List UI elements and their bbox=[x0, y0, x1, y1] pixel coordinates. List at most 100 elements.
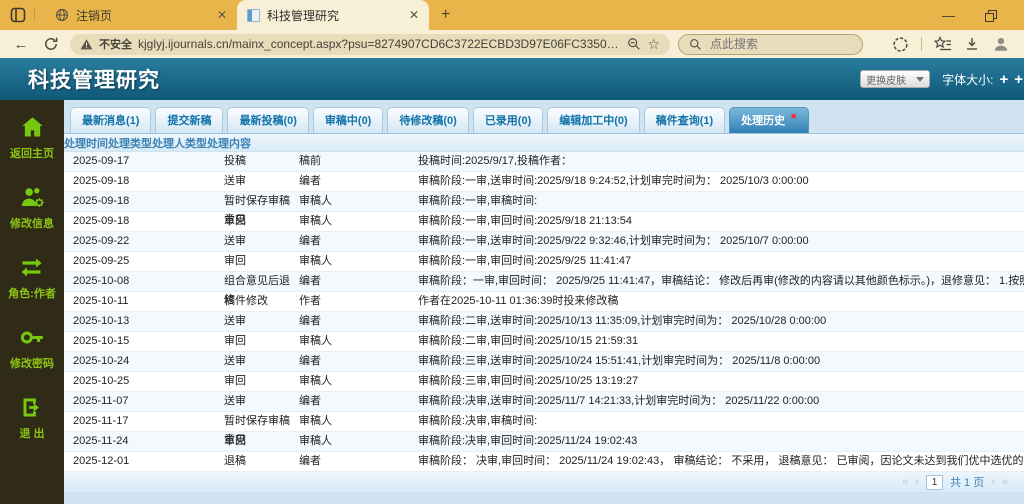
browser-toolbar: ← 不安全 kjglyj.ijournals.cn/mainx_concept.… bbox=[0, 30, 1024, 58]
cell-process-content: 审稿阶段:一审,送审时间:2025/9/18 9:24:52,计划审完时间为： … bbox=[418, 175, 809, 187]
process-tab-label: 审稿中(0) bbox=[324, 115, 372, 127]
cell-process-type: 送审 bbox=[224, 315, 246, 327]
pagination-first-button[interactable]: « bbox=[902, 476, 908, 488]
cell-process-content: 审稿阶段:决审,审稿时间: bbox=[418, 415, 538, 427]
tab-title: 科技管理研究 bbox=[267, 8, 340, 23]
table-row: 2025-11-07 送审 编者 审稿阶段:决审,送审时间:2025/11/7 … bbox=[64, 392, 1024, 412]
table-row: 2025-09-18 暂时保存审稿意见 审稿人 审稿阶段:一审,审稿时间: bbox=[64, 192, 1024, 226]
font-increase-button[interactable]: + bbox=[999, 72, 1008, 87]
cell-process-content: 审稿阶段：一审,审回时间： 2025/9/25 11:41:47，审稿结论： 修… bbox=[418, 275, 1024, 287]
table-row: 2025-09-18 审回 审稿人 审稿阶段:一审,审回时间:2025/9/18… bbox=[64, 212, 1024, 232]
table-row: 2025-09-25 审回 审稿人 审稿阶段:一审,审回时间:2025/9/25… bbox=[64, 252, 1024, 272]
sidebar-item-change-password[interactable]: 修改密码 bbox=[10, 324, 54, 371]
tab-actions-icon[interactable] bbox=[10, 7, 26, 23]
cell-processor-type: 编者 bbox=[299, 455, 321, 467]
table-row: 2025-12-01 退稿 编者 审稿阶段： 决审,审回时间： 2025/11/… bbox=[64, 452, 1024, 472]
pagination-next-button[interactable]: › bbox=[991, 476, 995, 488]
change-skin-dropdown[interactable]: 更换皮肤 bbox=[860, 70, 931, 88]
security-label[interactable]: 不安全 bbox=[99, 36, 132, 52]
sidebar-item-edit-info[interactable]: 修改信息 bbox=[10, 184, 54, 231]
cell-processor-type: 编者 bbox=[299, 175, 321, 187]
table-row: 2025-10-15 审回 审稿人 审稿阶段:二审,审回时间:2025/10/1… bbox=[64, 332, 1024, 352]
cell-process-content: 审稿阶段:一审,送审时间:2025/9/22 9:32:46,计划审完时间为： … bbox=[418, 235, 809, 247]
table-column-header: 处理人类型 bbox=[152, 137, 207, 150]
cell-process-type: 组合意见后退修 bbox=[224, 275, 290, 306]
cell-process-type: 退稿 bbox=[224, 455, 246, 467]
zoom-out-icon[interactable] bbox=[627, 37, 641, 51]
toolbar-separator bbox=[921, 37, 922, 51]
cell-processor-type: 编者 bbox=[299, 275, 321, 287]
pagination-last-button[interactable]: » bbox=[1002, 476, 1008, 488]
titlebar-separator bbox=[34, 8, 35, 22]
cell-process-type: 投稿 bbox=[224, 155, 246, 167]
cell-processor-type: 审稿人 bbox=[299, 375, 332, 387]
minimize-button[interactable]: — bbox=[942, 8, 955, 23]
back-button[interactable]: ← bbox=[10, 37, 32, 52]
address-bar[interactable]: 不安全 kjglyj.ijournals.cn/mainx_concept.as… bbox=[70, 33, 670, 55]
history-table: 处理时间 处理类型 处理人类型 处理内容 2025-09-17 投稿 稿前 投稿… bbox=[64, 133, 1024, 492]
cell-process-time: 2025-10-08 bbox=[73, 275, 130, 287]
process-tab-label: 最新消息(1) bbox=[82, 115, 140, 127]
browser-tab-logout[interactable]: 注销页 ✕ bbox=[45, 0, 237, 30]
process-tab[interactable]: 提交新稿 bbox=[155, 107, 224, 133]
new-tab-button[interactable]: + bbox=[429, 6, 462, 24]
search-box[interactable] bbox=[678, 33, 863, 55]
process-tab[interactable]: 最新消息(1) bbox=[70, 107, 152, 133]
sidebar: 返回主页 修改信息 角色:作者 修改密码 退 出 bbox=[0, 100, 64, 504]
cell-processor-type: 审稿人 bbox=[299, 255, 332, 267]
table-row: 2025-10-08 组合意见后退修 编者 审稿阶段：一审,审回时间： 2025… bbox=[64, 272, 1024, 306]
process-tabstrip: 最新消息(1) 提交新稿 最新投稿(0) 审稿中(0) 待修改稿(0) 已录用(… bbox=[64, 100, 1024, 133]
cell-process-time: 2025-09-18 bbox=[73, 175, 130, 187]
browser-essentials-icon[interactable] bbox=[892, 36, 909, 53]
cell-process-type: 送审 bbox=[224, 355, 246, 367]
cell-process-type: 送审 bbox=[224, 175, 246, 187]
globe-icon bbox=[56, 9, 68, 21]
table-row: 2025-10-25 审回 审稿人 审稿阶段:三审,审回时间:2025/10/2… bbox=[64, 372, 1024, 392]
sidebar-item-home[interactable]: 返回主页 bbox=[10, 114, 54, 161]
cell-process-type: 审回 bbox=[224, 435, 246, 447]
pagination-prev-button[interactable]: ‹ bbox=[915, 476, 919, 488]
process-tab[interactable]: 审稿中(0) bbox=[312, 107, 384, 133]
profile-avatar[interactable] bbox=[992, 35, 1010, 53]
close-tab-icon[interactable]: ✕ bbox=[407, 8, 421, 22]
favorites-bar-icon[interactable] bbox=[934, 36, 952, 52]
favorite-star-icon[interactable]: ☆ bbox=[647, 36, 660, 53]
cell-processor-type: 审稿人 bbox=[299, 195, 332, 207]
cell-process-time: 2025-10-13 bbox=[73, 315, 130, 327]
search-input[interactable] bbox=[710, 37, 830, 51]
pagination-current-page[interactable]: 1 bbox=[925, 474, 943, 490]
process-tab-label: 处理历史 bbox=[741, 115, 786, 127]
font-decrease-button[interactable]: + bbox=[1014, 72, 1023, 87]
cell-process-content: 审稿阶段:二审,送审时间:2025/10/13 11:35:09,计划审完时间为… bbox=[418, 315, 827, 327]
change-skin-label: 更换皮肤 bbox=[866, 75, 907, 87]
process-tab[interactable]: 处理历史 bbox=[729, 107, 809, 133]
process-tab[interactable]: 编辑加工中(0) bbox=[547, 107, 640, 133]
cell-process-content: 审稿阶段:二审,审回时间:2025/10/15 21:59:31 bbox=[418, 335, 639, 347]
url-text[interactable]: kjglyj.ijournals.cn/mainx_concept.aspx?p… bbox=[138, 37, 621, 51]
sidebar-item-logout[interactable]: 退 出 bbox=[19, 394, 46, 441]
cell-process-content: 审稿阶段： 决审,审回时间： 2025/11/24 19:02:43， 审稿结论… bbox=[418, 455, 1024, 467]
table-column-header: 处理内容 bbox=[207, 137, 251, 150]
cell-processor-type: 审稿人 bbox=[299, 335, 332, 347]
cell-process-time: 2025-10-15 bbox=[73, 335, 130, 347]
browser-tab-current[interactable]: 科技管理研究 ✕ bbox=[237, 0, 429, 30]
process-tab[interactable]: 已录用(0) bbox=[472, 107, 544, 133]
browser-window: 注销页 ✕ 科技管理研究 ✕ + — ← 不安全 kjglyj.ijournal… bbox=[0, 0, 1024, 504]
process-tab[interactable]: 最新投稿(0) bbox=[227, 107, 309, 133]
close-tab-icon[interactable]: ✕ bbox=[215, 8, 229, 22]
search-icon bbox=[690, 38, 701, 50]
table-body: 2025-09-17 投稿 稿前 投稿时间:2025/9/17,投稿作者： 20… bbox=[64, 152, 1024, 472]
process-tab[interactable]: 待修改稿(0) bbox=[387, 107, 469, 133]
process-tab-label: 已录用(0) bbox=[484, 115, 532, 127]
cell-process-time: 2025-12-01 bbox=[73, 455, 130, 467]
reload-button[interactable] bbox=[40, 36, 62, 52]
cell-process-content: 审稿阶段:决审,送审时间:2025/11/7 14:21:33,计划审完时间为：… bbox=[418, 395, 820, 407]
sidebar-item-role[interactable]: 角色:作者 bbox=[8, 254, 56, 301]
downloads-icon[interactable] bbox=[964, 36, 980, 52]
process-tab[interactable]: 稿件查询(1) bbox=[643, 107, 726, 133]
exit-icon bbox=[23, 398, 39, 417]
process-tab-label: 稿件查询(1) bbox=[655, 115, 714, 127]
table-header-row: 处理时间 处理类型 处理人类型 处理内容 bbox=[64, 134, 1024, 152]
table-row: 2025-10-24 送审 编者 审稿阶段:三审,送审时间:2025/10/24… bbox=[64, 352, 1024, 372]
restore-button[interactable] bbox=[985, 9, 997, 22]
